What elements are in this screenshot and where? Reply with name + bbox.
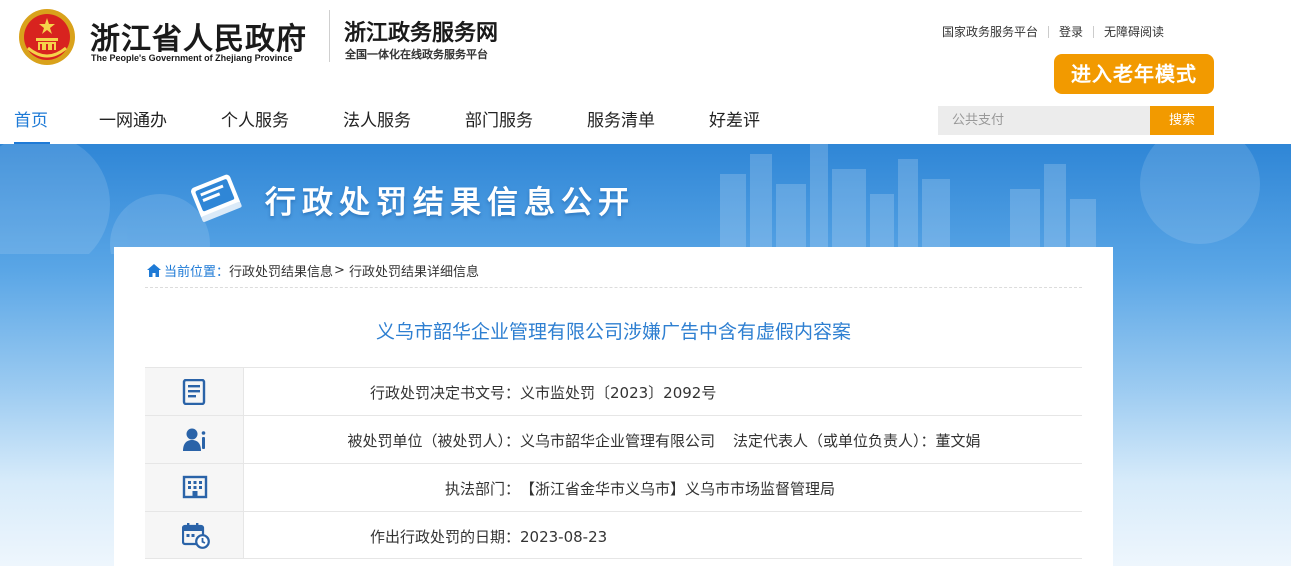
main-nav: 首页 一网通办 个人服务 法人服务 部门服务 服务清单 好差评 公共支付 搜索 (0, 96, 1291, 144)
row-icon-cell (145, 368, 244, 415)
elder-mode-button[interactable]: 进入老年模式 (1054, 54, 1214, 94)
field-value: 【浙江省金华市义乌市】义乌市市场监督管理局 (520, 480, 836, 498)
breadcrumb-item-results[interactable]: 行政处罚结果信息 (229, 261, 333, 280)
table-row: 被处罚单位（被处罚人）：义乌市韶华企业管理有限公司 法定代表人（或单位负责人）：董… (145, 415, 1082, 463)
field-label-secondary: 法定代表人（或单位负责人）： (733, 432, 936, 450)
field-label: 被处罚单位（被处罚人）： (347, 432, 520, 450)
table-row: 行政处罚决定书文号：义市监处罚〔2023〕2092号 (145, 367, 1082, 415)
nav-item-service-list[interactable]: 服务清单 (587, 106, 655, 131)
field-value-secondary: 董文娟 (935, 432, 981, 450)
breadcrumb-divider (145, 287, 1082, 288)
table-row: 作出行政处罚的日期：2023-08-23 (145, 511, 1082, 559)
table-row: 执法部门：【浙江省金华市义乌市】义乌市市场监督管理局 (145, 463, 1082, 511)
building-icon (182, 475, 208, 499)
home-icon (147, 264, 161, 277)
detail-table: 行政处罚决定书文号：义市监处罚〔2023〕2092号 被处罚单位（被处罚人）：义… (145, 367, 1082, 559)
field-label: 执法部门： (444, 480, 520, 498)
breadcrumb-label: 当前位置： (164, 265, 230, 280)
nav-item-rating[interactable]: 好差评 (709, 106, 760, 131)
field-label: 作出行政处罚的日期： (369, 528, 520, 546)
row-content: 作出行政处罚的日期：2023-08-23 (244, 526, 1082, 547)
top-links: 国家政务服务平台 登录 无障碍阅读 (942, 23, 1164, 40)
login-link[interactable]: 登录 (1059, 23, 1083, 40)
row-content: 执法部门：【浙江省金华市义乌市】义乌市市场监督管理局 (244, 478, 1082, 499)
site-header: 浙江省人民政府 The People's Government of Zheji… (0, 0, 1291, 96)
service-title[interactable]: 浙江政务服务网 (344, 15, 498, 47)
row-icon-cell (145, 416, 244, 463)
search-input[interactable]: 公共支付 (938, 106, 1151, 135)
calendar-clock-icon (182, 523, 210, 549)
row-content: 行政处罚决定书文号：义市监处罚〔2023〕2092号 (244, 382, 1082, 403)
gov-title[interactable]: 浙江省人民政府 (90, 14, 307, 58)
breadcrumb-item-detail[interactable]: 行政处罚结果详细信息 (349, 261, 479, 280)
nav-item-one-stop[interactable]: 一网通办 (99, 106, 167, 131)
breadcrumb-separator: > (334, 263, 345, 278)
field-label: 行政处罚决定书文号： (369, 384, 520, 402)
document-list-icon (182, 379, 206, 405)
banner-title: 行政处罚结果信息公开 (265, 185, 635, 221)
field-value: 义市监处罚〔2023〕2092号 (520, 384, 717, 402)
breadcrumb: 当前位置： 行政处罚结果信息 > 行政处罚结果详细信息 (147, 261, 479, 280)
nav-item-legal-person[interactable]: 法人服务 (343, 106, 411, 131)
national-platform-link[interactable]: 国家政务服务平台 (942, 23, 1038, 40)
search-button[interactable]: 搜索 (1150, 106, 1214, 135)
accessibility-link[interactable]: 无障碍阅读 (1104, 23, 1164, 40)
field-value: 2023-08-23 (520, 528, 608, 546)
field-value: 义乌市韶华企业管理有限公司 (520, 432, 716, 450)
national-emblem-icon[interactable] (18, 8, 76, 66)
book-icon (190, 174, 242, 222)
row-icon-cell (145, 464, 244, 511)
link-separator (1093, 25, 1095, 38)
row-content: 被处罚单位（被处罚人）：义乌市韶华企业管理有限公司 法定代表人（或单位负责人）：董… (244, 430, 1082, 451)
link-separator (1048, 25, 1050, 38)
row-icon-cell (145, 512, 244, 558)
service-subtitle: 全国一体化在线政务服务平台 (345, 48, 488, 61)
nav-item-home[interactable]: 首页 (14, 106, 48, 131)
person-icon (183, 428, 206, 451)
document-title: 义乌市韶华企业管理有限公司涉嫌广告中含有虚假内容案 (375, 321, 851, 343)
gov-subtitle: The People's Government of Zhejiang Prov… (91, 53, 293, 63)
nav-item-department[interactable]: 部门服务 (465, 106, 533, 131)
content-card: 当前位置： 行政处罚结果信息 > 行政处罚结果详细信息 义乌市韶华企业管理有限公… (114, 247, 1113, 577)
header-divider (329, 10, 330, 62)
nav-item-personal[interactable]: 个人服务 (221, 106, 289, 131)
